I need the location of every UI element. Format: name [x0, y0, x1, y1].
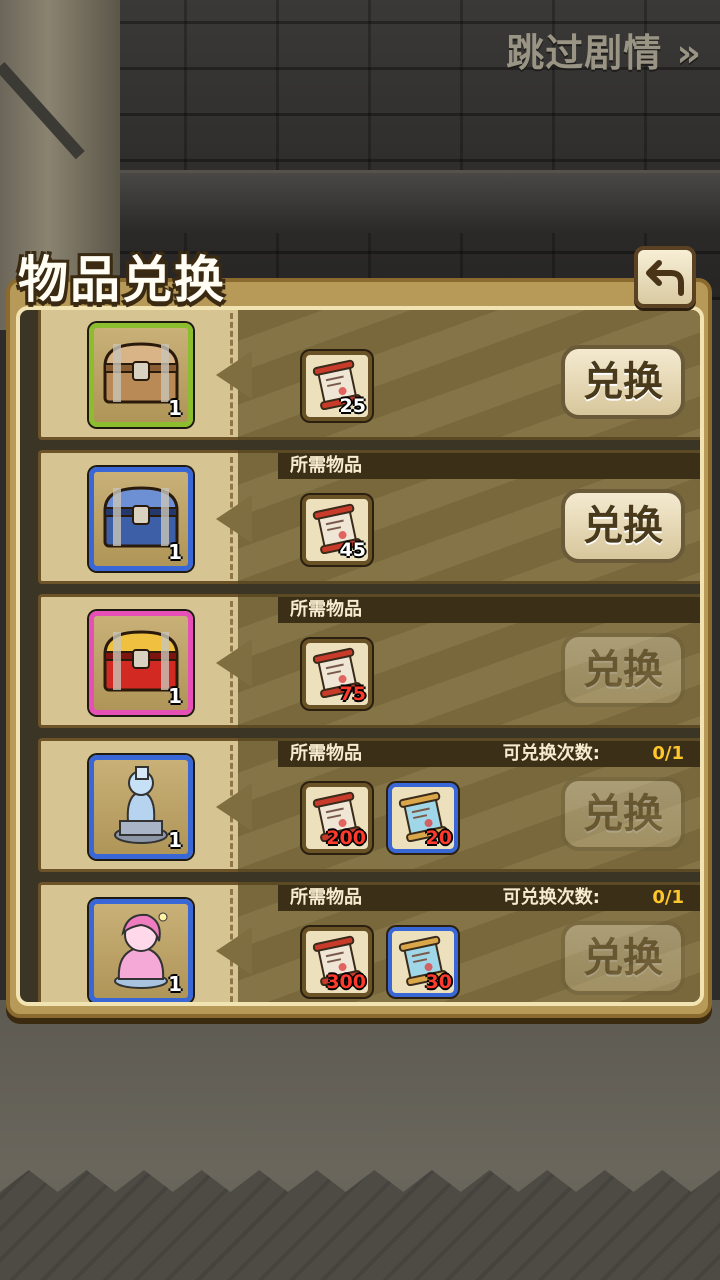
exchange-panel: 1 25 兑换 1 所需物品 45 兑换 1 所需物品 75 兑换 1 所需物品…	[6, 278, 712, 1018]
cost-amount: 300	[326, 971, 366, 993]
exchange-limit-label: 可兑换次数:	[502, 743, 600, 764]
back-button[interactable]	[634, 246, 696, 308]
cost-amount: 45	[339, 539, 366, 561]
cost-item[interactable]: 200	[302, 783, 372, 853]
cost-item[interactable]: 25	[302, 351, 372, 421]
required-items-label: 所需物品	[290, 599, 362, 620]
cost-area: 25 兑换	[238, 310, 700, 440]
reward-item[interactable]: 1	[89, 467, 193, 571]
required-items-header: 所需物品 可兑换次数: 0/1	[278, 741, 700, 767]
reward-slot: 1	[38, 594, 248, 728]
reward-slot: 1	[38, 450, 248, 584]
cost-item[interactable]: 300	[302, 927, 372, 997]
reward-item[interactable]: 1	[89, 899, 193, 1002]
reward-count: 1	[168, 396, 182, 420]
cost-area: 所需物品 75 兑换	[238, 594, 700, 728]
reward-item[interactable]: 1	[89, 611, 193, 715]
reward-count: 1	[168, 684, 182, 708]
cost-amount: 200	[326, 827, 366, 849]
exchange-button[interactable]: 兑换	[561, 633, 685, 707]
required-items-label: 所需物品	[290, 887, 362, 908]
reward-item[interactable]: 1	[89, 755, 193, 859]
exchange-button[interactable]: 兑换	[561, 489, 685, 563]
cost-item[interactable]: 75	[302, 639, 372, 709]
required-items-label: 所需物品	[290, 743, 362, 764]
cost-item[interactable]: 45	[302, 495, 372, 565]
reward-count: 1	[168, 828, 182, 852]
reward-slot: 1	[38, 738, 248, 872]
exchange-list[interactable]: 1 25 兑换 1 所需物品 45 兑换 1 所需物品 75 兑换 1 所需物品…	[16, 306, 704, 1006]
exchange-button[interactable]: 兑换	[561, 777, 685, 851]
cost-area: 所需物品 45 兑换	[238, 450, 700, 584]
cost-area: 所需物品 可兑换次数: 0/1 200 20 兑换	[238, 738, 700, 872]
required-items-header: 所需物品	[278, 453, 700, 479]
reward-count: 1	[168, 540, 182, 564]
exchange-row: 1 所需物品 可兑换次数: 0/1 200 20 兑换	[38, 738, 700, 872]
exchange-row: 1 所需物品 45 兑换	[38, 450, 700, 584]
required-items-header: 所需物品	[278, 597, 700, 623]
exchange-limit-value: 0/1	[652, 743, 684, 764]
exchange-row: 1 25 兑换	[38, 310, 700, 440]
exchange-button[interactable]: 兑换	[561, 921, 685, 995]
skip-story-button[interactable]: 跳过剧情 »	[506, 22, 702, 77]
exchange-button[interactable]: 兑换	[561, 345, 685, 419]
exchange-row: 1 所需物品 可兑换次数: 0/1 300 30 兑换	[38, 882, 700, 1002]
cost-item[interactable]: 20	[388, 783, 458, 853]
return-arrow-icon	[646, 260, 684, 296]
cost-amount: 20	[425, 827, 452, 849]
panel-title: 物品兑换	[18, 251, 226, 309]
blue-statue-icon	[106, 765, 176, 849]
cost-amount: 25	[339, 395, 366, 417]
background-floor	[0, 1000, 720, 1280]
exchange-limit-label: 可兑换次数:	[502, 887, 600, 908]
cost-area: 所需物品 可兑换次数: 0/1 300 30 兑换	[238, 882, 700, 1002]
reward-slot: 1	[38, 882, 248, 1002]
reward-item[interactable]: 1	[89, 323, 193, 427]
cost-amount: 75	[339, 683, 366, 705]
cost-item[interactable]: 30	[388, 927, 458, 997]
reward-slot: 1	[38, 310, 248, 440]
exchange-row: 1 所需物品 75 兑换	[38, 594, 700, 728]
required-items-label: 所需物品	[290, 455, 362, 476]
required-items-header: 所需物品 可兑换次数: 0/1	[278, 885, 700, 911]
cost-amount: 30	[425, 971, 452, 993]
reward-count: 1	[168, 972, 182, 996]
background-beam	[120, 170, 720, 233]
exchange-limit-value: 0/1	[652, 887, 684, 908]
